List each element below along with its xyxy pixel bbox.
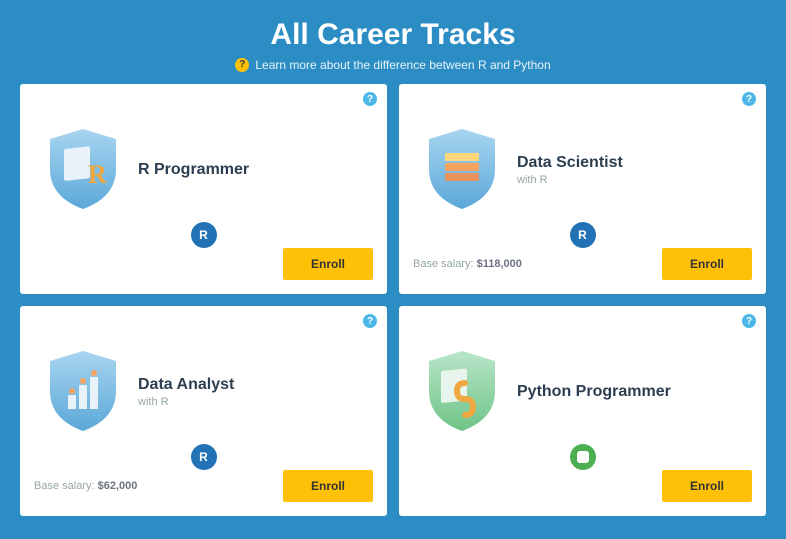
track-card-r-programmer: ? R R Programmer R Enroll: [20, 84, 387, 294]
r-lang-badge-icon: R: [191, 222, 217, 248]
card-footer: Base salary: $62,000 Enroll: [34, 466, 373, 506]
card-footer: Enroll: [413, 466, 752, 506]
enroll-button[interactable]: Enroll: [662, 248, 752, 280]
enroll-button[interactable]: Enroll: [283, 248, 373, 280]
track-card-python-programmer: ? Python Programmer Enroll: [399, 306, 766, 516]
r-lang-badge-icon: R: [570, 222, 596, 248]
track-title: Data Scientist: [517, 154, 623, 172]
page-header: All Career Tracks ? Learn more about the…: [0, 0, 786, 84]
card-help-icon[interactable]: ?: [363, 92, 377, 106]
enroll-button[interactable]: Enroll: [662, 470, 752, 502]
svg-text:R: R: [88, 160, 107, 189]
page-subtitle: Learn more about the difference between …: [255, 58, 550, 72]
card-help-icon[interactable]: ?: [742, 314, 756, 328]
page-title: All Career Tracks: [0, 18, 786, 52]
track-subtitle: with R: [517, 174, 623, 186]
salary-text: Base salary: $118,000: [413, 258, 522, 270]
track-title: Data Analyst: [138, 376, 234, 394]
salary-label: Base salary:: [34, 480, 95, 492]
track-subtitle: with R: [138, 396, 234, 408]
salary-label: Base salary:: [413, 258, 474, 270]
card-footer: Enroll: [34, 244, 373, 284]
card-footer: Base salary: $118,000 Enroll: [413, 244, 752, 284]
track-title: Python Programmer: [517, 383, 671, 401]
data-scientist-icon: [423, 127, 501, 213]
salary-value: $62,000: [98, 480, 138, 492]
python-lang-badge-icon: [570, 444, 596, 470]
card-help-icon[interactable]: ?: [363, 314, 377, 328]
card-text: Data Analyst with R: [138, 376, 234, 408]
r-programmer-icon: R: [44, 127, 122, 213]
help-icon: ?: [235, 58, 249, 72]
r-lang-badge-icon: R: [191, 444, 217, 470]
python-programmer-icon: [423, 349, 501, 435]
track-card-data-analyst: ? Data Analyst with R R Base salary: $62…: [20, 306, 387, 516]
card-help-icon[interactable]: ?: [742, 92, 756, 106]
card-text: Data Scientist with R: [517, 154, 623, 186]
data-analyst-icon: [44, 349, 122, 435]
enroll-button[interactable]: Enroll: [283, 470, 373, 502]
card-text: R Programmer: [138, 161, 249, 179]
salary-value: $118,000: [477, 258, 522, 270]
track-title: R Programmer: [138, 161, 249, 179]
track-card-data-scientist: ? Data Scientist with R R Base salary: $…: [399, 84, 766, 294]
subtitle-row[interactable]: ? Learn more about the difference betwee…: [0, 58, 786, 72]
card-text: Python Programmer: [517, 383, 671, 401]
salary-text: Base salary: $62,000: [34, 480, 137, 492]
tracks-grid: ? R R Programmer R Enroll ? Data Scienti…: [0, 84, 786, 516]
